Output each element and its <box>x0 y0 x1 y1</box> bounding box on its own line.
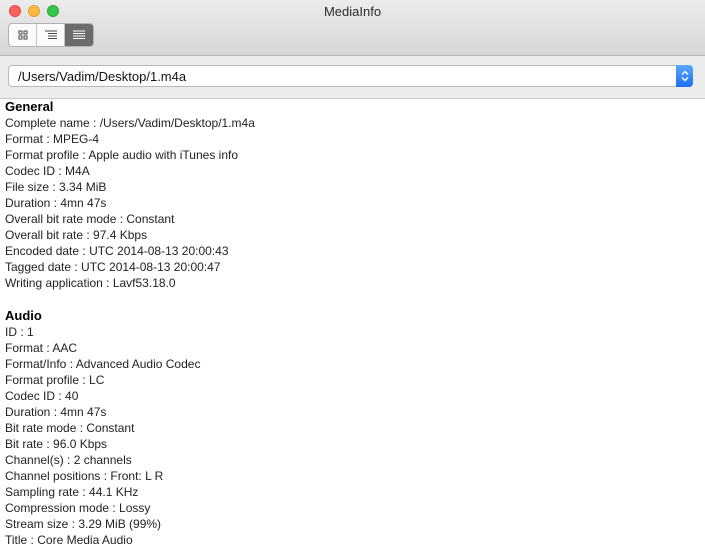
info-line: Overall bit rate mode : Constant <box>5 212 175 226</box>
info-line: File size : 3.34 MiB <box>5 180 107 194</box>
text-view-icon <box>73 30 85 39</box>
info-line: Sampling rate : 44.1 KHz <box>5 485 139 499</box>
info-line: Writing application : Lavf53.18.0 <box>5 276 176 290</box>
info-line: Channel(s) : 2 channels <box>5 453 132 467</box>
window-title: MediaInfo <box>323 4 382 19</box>
grid-view-button[interactable] <box>9 24 37 46</box>
info-line: Format profile : Apple audio with iTunes… <box>5 148 239 162</box>
info-line: Compression mode : Lossy <box>5 501 151 515</box>
info-line: Encoded date : UTC 2014-08-13 20:00:43 <box>5 244 229 258</box>
info-line: Codec ID : 40 <box>5 389 79 403</box>
info-line: Channel positions : Front: L R <box>5 469 164 483</box>
tree-view-button[interactable] <box>37 24 65 46</box>
info-line: Format : MPEG-4 <box>5 132 100 146</box>
info-line: Bit rate : 96.0 Kbps <box>5 437 108 451</box>
info-line: Codec ID : M4A <box>5 164 90 178</box>
info-line: Duration : 4mn 47s <box>5 405 107 419</box>
path-bar: /Users/Vadim/Desktop/1.m4a <box>0 56 705 99</box>
info-line: Duration : 4mn 47s <box>5 196 107 210</box>
info-line: Title : Core Media Audio <box>5 533 133 547</box>
info-line: Tagged date : UTC 2014-08-13 20:00:47 <box>5 260 221 274</box>
info-line: Format/Info : Advanced Audio Codec <box>5 357 201 371</box>
section-title-audio: Audio <box>5 308 42 323</box>
text-view-button[interactable] <box>65 24 93 46</box>
info-line: Complete name : /Users/Vadim/Desktop/1.m… <box>5 116 255 130</box>
view-mode-segmented-control <box>8 23 94 47</box>
grid-view-icon <box>18 30 27 40</box>
file-path-value: /Users/Vadim/Desktop/1.m4a <box>18 69 187 84</box>
tree-view-icon <box>44 30 57 39</box>
file-path-popup[interactable]: /Users/Vadim/Desktop/1.m4a <box>8 65 693 87</box>
title-bar: MediaInfo <box>0 0 705 56</box>
info-line: Stream size : 3.29 MiB (99%) <box>5 517 162 531</box>
popup-arrows-button[interactable] <box>676 65 693 87</box>
info-line: Bit rate mode : Constant <box>5 421 135 435</box>
info-line: Format : AAC <box>5 341 78 355</box>
section-title-general: General <box>5 99 54 114</box>
chevron-up-down-icon <box>681 70 688 82</box>
media-info-text-view[interactable]: General Complete name : /Users/Vadim/Desk… <box>5 98 700 551</box>
info-line: Overall bit rate : 97.4 Kbps <box>5 228 148 242</box>
info-line: Format profile : LC <box>5 373 105 387</box>
info-line: ID : 1 <box>5 325 34 339</box>
